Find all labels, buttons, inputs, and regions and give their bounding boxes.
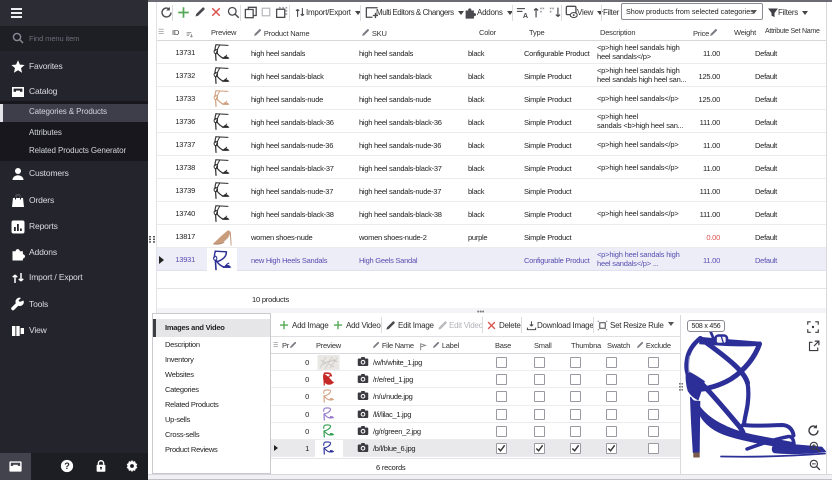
svg-text:A: A <box>523 11 528 19</box>
svg-text:?: ? <box>64 461 70 471</box>
